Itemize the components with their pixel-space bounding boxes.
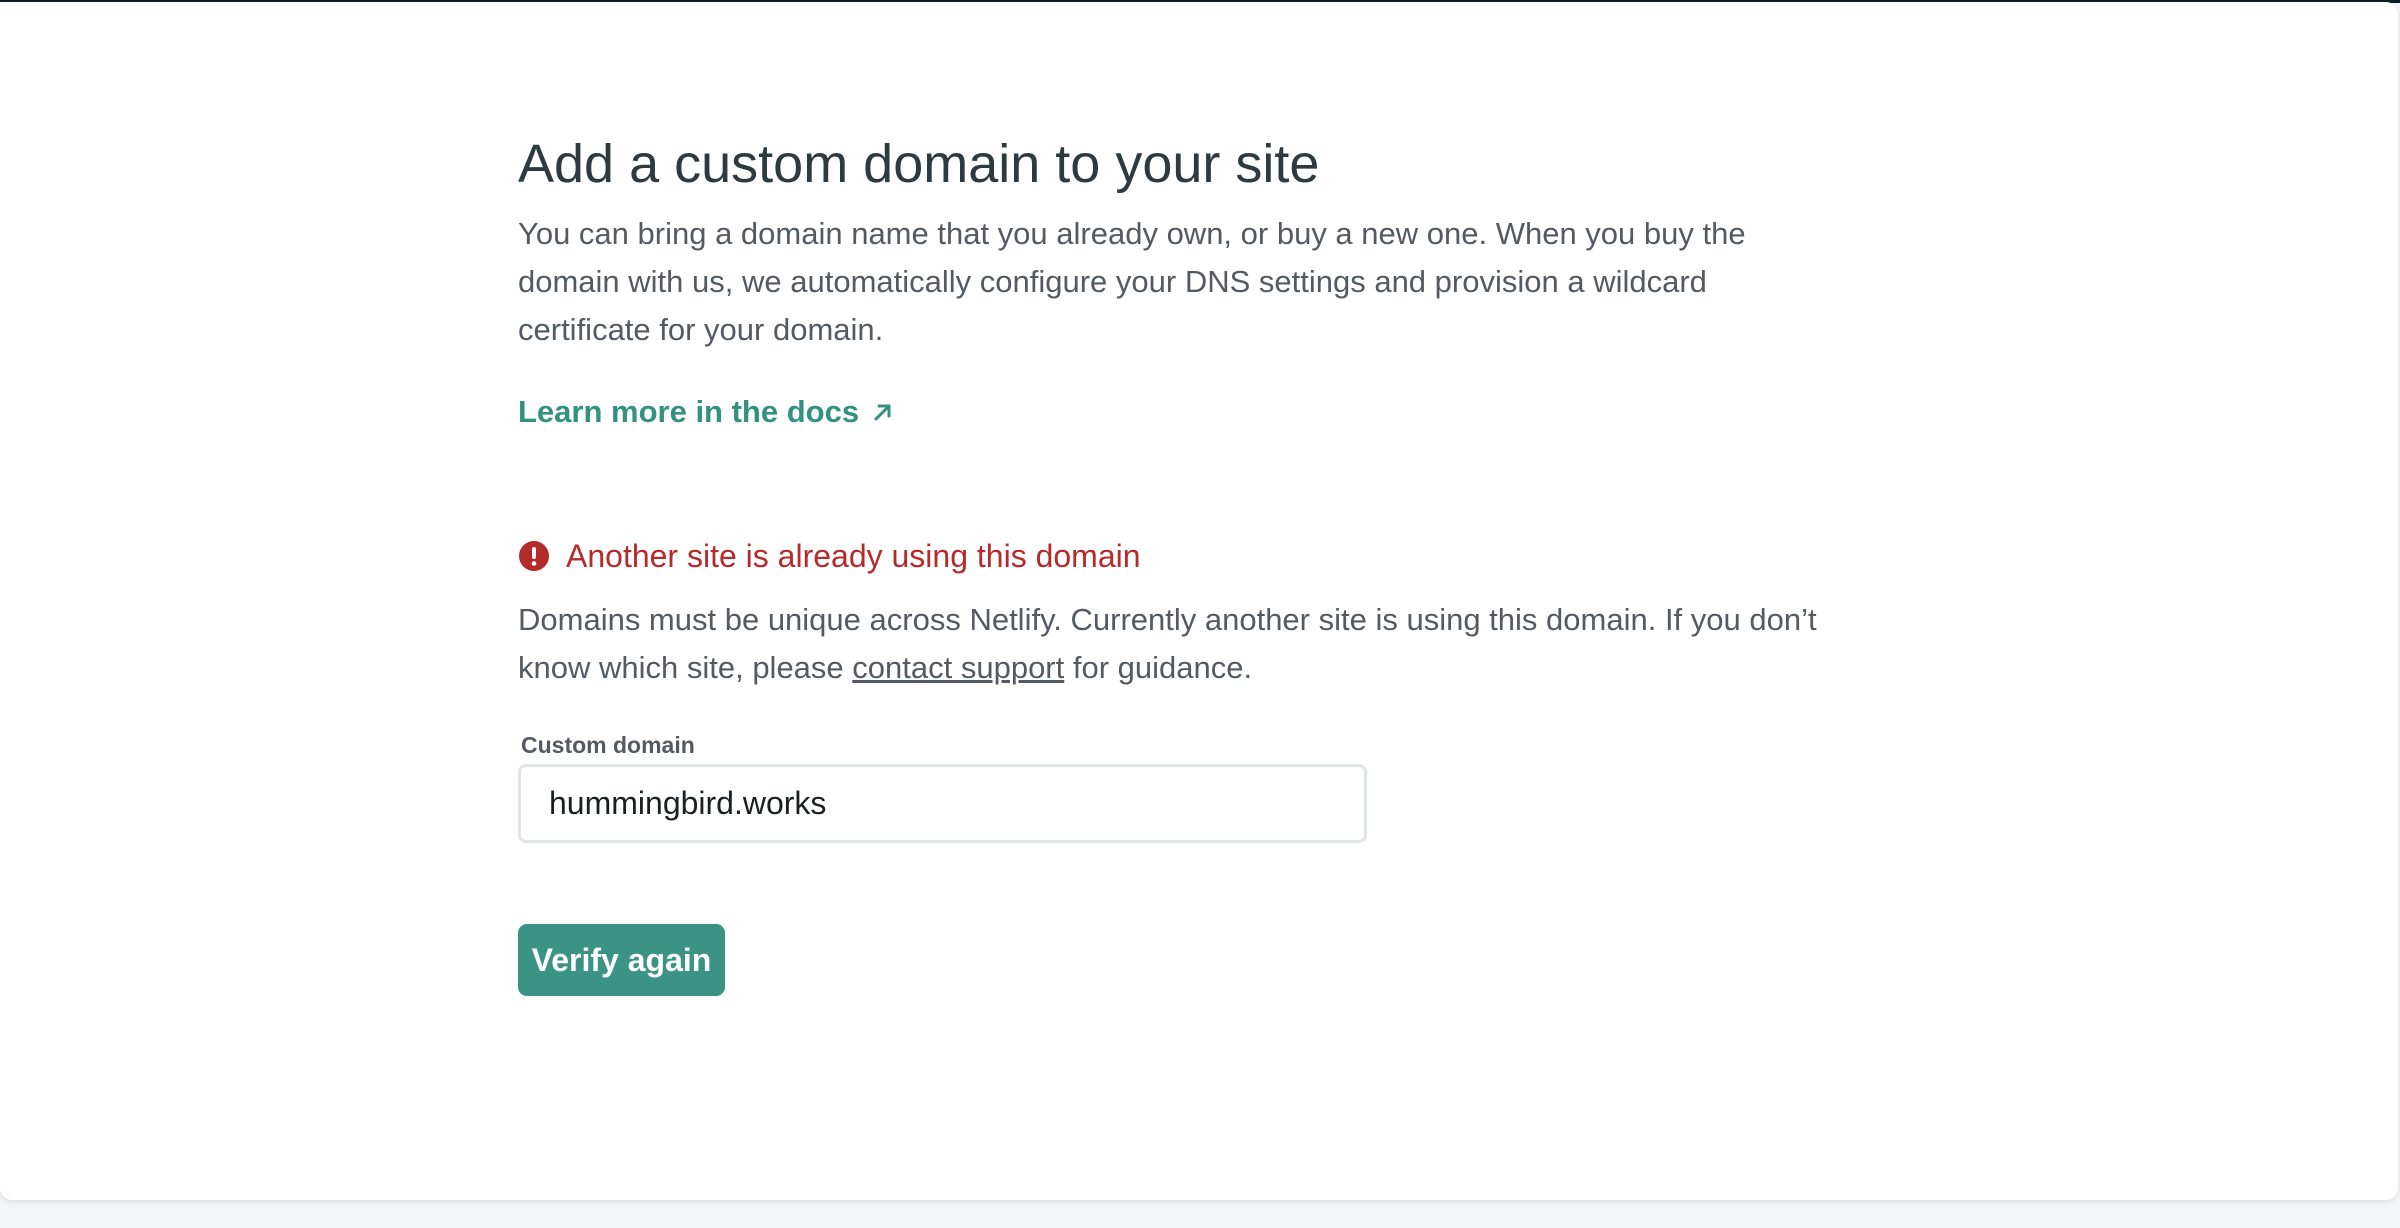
custom-domain-input[interactable] xyxy=(518,764,1367,843)
external-arrow-icon xyxy=(871,400,895,424)
page-title: Add a custom domain to your site xyxy=(518,134,1320,194)
error-description: Domains must be unique across Netlify. C… xyxy=(518,596,1838,692)
exclamation-circle-icon xyxy=(518,540,550,572)
docs-link-label: Learn more in the docs xyxy=(518,394,860,429)
intro-text: You can bring a domain name that you alr… xyxy=(518,216,1746,347)
error-description-after: for guidance. xyxy=(1064,650,1253,685)
custom-domain-label: Custom domain xyxy=(521,732,695,758)
error-title: Another site is already using this domai… xyxy=(566,538,1141,574)
error-heading: Another site is already using this domai… xyxy=(518,534,1141,578)
verify-again-button[interactable]: Verify again xyxy=(518,924,725,996)
page-background: Add a custom domain to your site You can… xyxy=(0,0,2400,1228)
domain-card: Add a custom domain to your site You can… xyxy=(0,2,2398,1200)
contact-support-link[interactable]: contact support xyxy=(852,650,1064,685)
docs-link[interactable]: Learn more in the docs xyxy=(518,390,895,434)
